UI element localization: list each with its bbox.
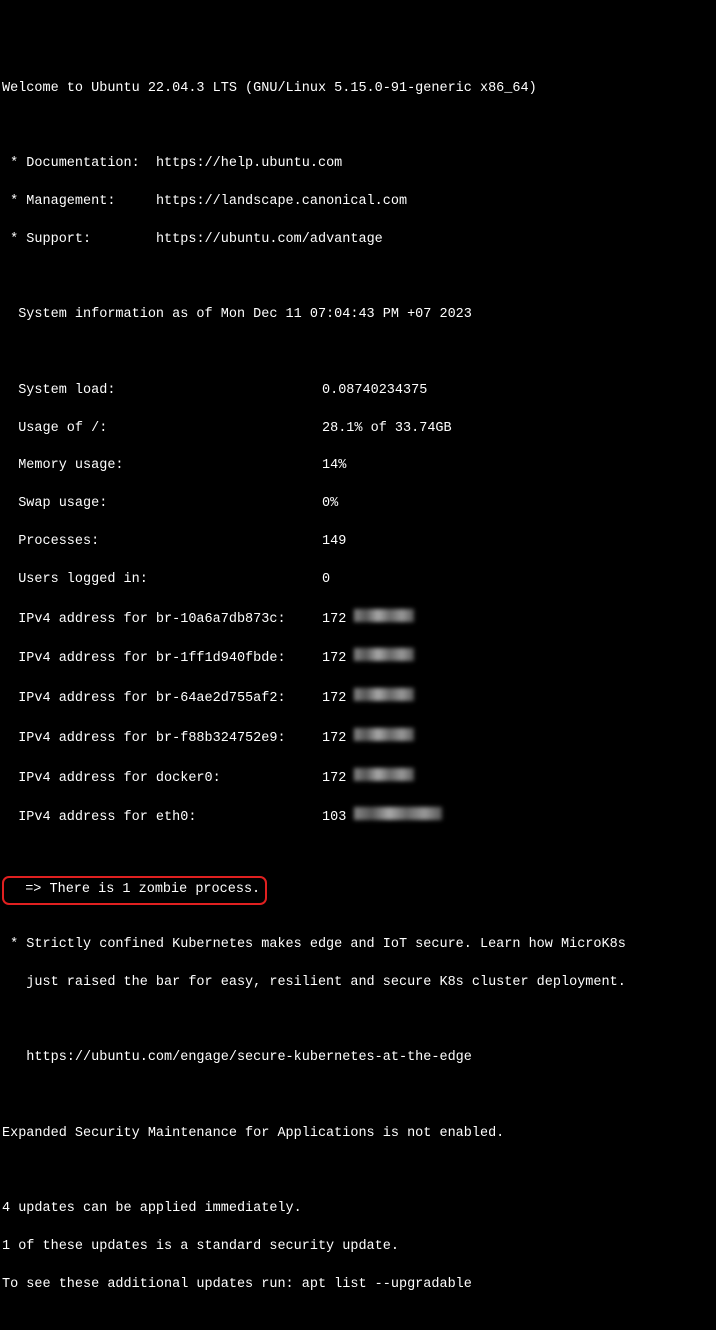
support-url: https://ubuntu.com/advantage — [156, 232, 383, 247]
stat-value: 0.08740234375 — [322, 383, 427, 398]
redacted-ip — [354, 728, 414, 741]
stat-key: Memory usage: — [2, 457, 322, 476]
stat-key: Processes: — [2, 533, 322, 552]
blank-line — [2, 1314, 714, 1330]
stat-value: 172 — [322, 612, 346, 627]
stat-ip2: IPv4 address for br-1ff1d940fbde:172 — [2, 648, 714, 669]
redacted-ip — [354, 609, 414, 622]
stat-key: Users logged in: — [2, 571, 322, 590]
mgmt-link-line: * Management: https://landscape.canonica… — [2, 193, 714, 212]
stat-value: 14% — [322, 458, 346, 473]
stat-value: 0% — [322, 496, 338, 511]
blank-line — [2, 344, 714, 363]
blank-line — [2, 847, 714, 853]
k8s-line2: just raised the bar for easy, resilient … — [2, 974, 714, 993]
stat-value: 172 — [322, 651, 346, 666]
mgmt-url: https://landscape.canonical.com — [156, 194, 407, 209]
stat-users: Users logged in:0 — [2, 571, 714, 590]
stat-swap: Swap usage:0% — [2, 495, 714, 514]
blank-line — [2, 117, 714, 136]
k8s-line1: * Strictly confined Kubernetes makes edg… — [2, 936, 714, 955]
stat-key: IPv4 address for eth0: — [2, 809, 322, 828]
stat-key: Usage of /: — [2, 420, 322, 439]
blank-line — [2, 1163, 714, 1182]
mgmt-label: * Management: — [2, 194, 156, 209]
welcome-line: Welcome to Ubuntu 22.04.3 LTS (GNU/Linux… — [2, 80, 714, 99]
updates-line2: 1 of these updates is a standard securit… — [2, 1238, 714, 1257]
blank-line — [2, 909, 714, 917]
stat-value: 172 — [322, 731, 346, 746]
stat-key: IPv4 address for br-64ae2d755af2: — [2, 690, 322, 709]
doc-url: https://help.ubuntu.com — [156, 156, 342, 171]
blank-line — [2, 1011, 714, 1030]
stat-ip6: IPv4 address for eth0:103 — [2, 807, 714, 828]
stat-memory: Memory usage:14% — [2, 457, 714, 476]
stat-key: IPv4 address for br-1ff1d940fbde: — [2, 650, 322, 669]
updates-line1: 4 updates can be applied immediately. — [2, 1200, 714, 1219]
stat-ip4: IPv4 address for br-f88b324752e9:172 — [2, 728, 714, 749]
stat-value: 172 — [322, 691, 346, 706]
stat-key: System load: — [2, 382, 322, 401]
updates-line3: To see these additional updates run: apt… — [2, 1276, 714, 1295]
stat-ip5: IPv4 address for docker0:172 — [2, 768, 714, 789]
stat-value: 28.1% of 33.74GB — [322, 421, 452, 436]
zombie-highlight: => There is 1 zombie process. — [2, 876, 267, 905]
support-link-line: * Support: https://ubuntu.com/advantage — [2, 231, 714, 250]
redacted-ip — [354, 688, 414, 701]
doc-link-line: * Documentation: https://help.ubuntu.com — [2, 155, 714, 174]
stat-key: IPv4 address for docker0: — [2, 770, 322, 789]
support-label: * Support: — [2, 232, 156, 247]
stat-usage: Usage of /:28.1% of 33.74GB — [2, 420, 714, 439]
blank-line — [2, 1087, 714, 1106]
stat-value: 0 — [322, 572, 330, 587]
stat-value: 172 — [322, 771, 346, 786]
stat-processes: Processes:149 — [2, 533, 714, 552]
stat-key: IPv4 address for br-10a6a7db873c: — [2, 611, 322, 630]
blank-line — [2, 268, 714, 287]
stat-load: System load:0.08740234375 — [2, 382, 714, 401]
stat-value: 149 — [322, 534, 346, 549]
doc-label: * Documentation: — [2, 156, 156, 171]
stat-key: Swap usage: — [2, 495, 322, 514]
sysinfo-header: System information as of Mon Dec 11 07:0… — [2, 306, 714, 325]
zombie-text: => There is 1 zombie process. — [9, 882, 260, 897]
redacted-ip — [354, 807, 442, 820]
esm-line: Expanded Security Maintenance for Applic… — [2, 1125, 714, 1144]
stat-ip1: IPv4 address for br-10a6a7db873c:172 — [2, 609, 714, 630]
stat-ip3: IPv4 address for br-64ae2d755af2:172 — [2, 688, 714, 709]
stat-key: IPv4 address for br-f88b324752e9: — [2, 730, 322, 749]
redacted-ip — [354, 768, 414, 781]
k8s-url: https://ubuntu.com/engage/secure-kuberne… — [2, 1049, 714, 1068]
redacted-ip — [354, 648, 414, 661]
stat-value: 103 — [322, 810, 346, 825]
